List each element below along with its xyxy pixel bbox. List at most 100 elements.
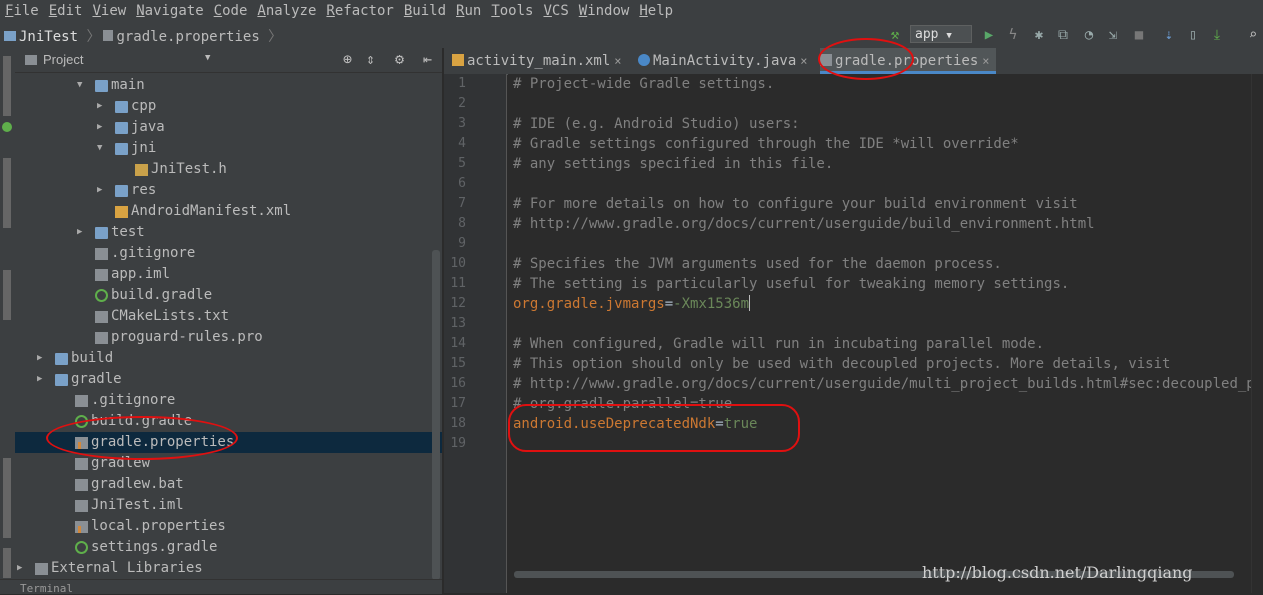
editor-right-strip [1251,74,1263,593]
code-editor[interactable]: # Project-wide Gradle settings. # IDE (e.… [508,74,1263,593]
collapse-arrow-icon[interactable]: ▶ [97,180,107,201]
tree-item-label: main [111,77,145,93]
tree-item[interactable]: proguard-rules.pro [15,327,442,348]
menu-run[interactable]: Run [451,0,486,22]
tree-item[interactable]: app.iml [15,264,442,285]
close-icon[interactable]: × [982,54,989,68]
terminal-tool-tab[interactable]: Terminal [20,583,73,595]
tree-item-label: jni [131,140,157,156]
android-icon[interactable] [2,122,12,132]
menu-window[interactable]: Window [574,0,635,22]
tree-item[interactable]: gradlew [15,453,442,474]
sync-gradle-icon[interactable]: ⇣ [1160,25,1178,45]
gear-icon[interactable]: ⚙ [395,50,404,68]
tree-item[interactable]: build.gradle [15,285,442,306]
tree-item[interactable]: ▶ res [15,180,442,201]
tree-item[interactable]: ▶ test [15,222,442,243]
tree-item[interactable]: settings.gradle [15,537,442,558]
menu-tools[interactable]: Tools [486,0,538,22]
line-number: 18 [450,416,466,431]
folder-icon [115,101,128,113]
collapse-arrow-icon[interactable]: ▶ [17,558,27,579]
class-icon [638,54,650,66]
tree-item[interactable]: .gitignore [15,243,442,264]
favorites-tool-tab[interactable] [3,548,11,578]
project-folder-icon [4,31,16,41]
folder-icon [55,374,68,386]
menu-edit[interactable]: Edit [44,0,88,22]
editor-tab[interactable]: activity_main.xml × [452,48,628,74]
structure-tool-tab[interactable] [3,158,11,228]
menu-analyze[interactable]: Analyze [252,0,321,22]
editor-tab[interactable]: MainActivity.java × [638,48,814,74]
tree-item[interactable]: ▼ main [15,75,442,96]
tree-item[interactable]: .gitignore [15,390,442,411]
code-line: org.gradle.jvmargs=-Xmx1536m [513,294,751,314]
line-number-gutter: 1 2 3 4 5 6 7 8 9 10 11 12 13 14 15 16 17 18 19 [444,74,507,593]
tree-item[interactable]: ▶ External Libraries [15,558,442,579]
collapse-all-icon[interactable]: ⇕ [366,50,375,68]
expand-arrow-icon[interactable]: ▼ [77,75,87,96]
collapse-arrow-icon[interactable]: ▶ [37,369,47,390]
tree-item[interactable]: CMakeLists.txt [15,306,442,327]
tree-item[interactable]: local.properties [15,516,442,537]
scroll-from-source-icon[interactable]: ⊕ [343,50,352,68]
chevron-down-icon: ▼ [946,31,952,41]
collapse-arrow-icon[interactable]: ▶ [97,96,107,117]
tree-item-label: gradle [71,371,122,387]
instant-run-icon[interactable]: ϟ [1004,25,1022,45]
tree-item[interactable]: ▶ cpp [15,96,442,117]
search-icon[interactable]: ⌕ [1244,25,1262,45]
tree-item-label: .gitignore [91,392,176,408]
tree-item[interactable]: AndroidManifest.xml [15,201,442,222]
menu-vcs[interactable]: VCS [538,0,573,22]
collapse-arrow-icon[interactable]: ▶ [77,222,87,243]
project-panel-title[interactable]: Project [43,52,83,67]
code-line: # The setting is particularly useful for… [513,276,1070,292]
breadcrumb-project[interactable]: JniTest [19,29,78,45]
tree-item[interactable]: ▶ gradle [15,369,442,390]
library-icon [35,563,48,575]
profile-icon[interactable]: ◔ [1080,25,1098,45]
debug-icon[interactable]: ✱ [1030,25,1048,45]
menu-help[interactable]: Help [634,0,678,22]
tree-scrollbar[interactable] [432,250,440,580]
collapse-arrow-icon[interactable]: ▶ [97,117,107,138]
property-key: org.gradle.jvmargs [513,296,665,312]
tree-item[interactable]: JniTest.iml [15,495,442,516]
avd-manager-icon[interactable]: ▯ [1184,25,1202,45]
menu-build[interactable]: Build [399,0,451,22]
folder-icon [55,353,68,365]
close-icon[interactable]: × [800,54,807,68]
line-number: 1 [458,76,466,91]
attach-debugger-icon[interactable]: ⧉ [1054,25,1072,45]
menu-navigate[interactable]: Navigate [131,0,208,22]
collapse-arrow-icon[interactable]: ▶ [37,348,47,369]
project-tool-tab[interactable] [3,56,11,116]
annotation-circle-code [508,404,800,452]
menu-view[interactable]: View [87,0,131,22]
sdk-manager-icon[interactable]: ⤓ [1208,25,1226,45]
tree-item[interactable]: ▼ jni [15,138,442,159]
tree-item[interactable]: ▶ java [15,117,442,138]
attach-process-icon[interactable]: ⇲ [1104,25,1122,45]
text-caret [749,295,751,311]
folder-icon [115,122,128,134]
close-icon[interactable]: × [614,54,621,68]
captures-tool-tab[interactable] [3,270,11,320]
build-variants-tool-tab[interactable] [3,458,11,538]
run-icon[interactable]: ▶ [980,25,998,45]
menu-code[interactable]: Code [209,0,253,22]
tree-item-label: JniTest.iml [91,497,184,513]
expand-arrow-icon[interactable]: ▼ [97,138,107,159]
tree-item[interactable]: ▶ build [15,348,442,369]
menu-file[interactable]: File [0,0,44,22]
breadcrumb-file[interactable]: gradle.properties [116,29,259,45]
stop-icon[interactable]: ■ [1130,25,1148,45]
tree-item[interactable]: JniTest.h [15,159,442,180]
tree-item[interactable]: gradlew.bat [15,474,442,495]
chevron-down-icon[interactable]: ▼ [205,53,210,63]
run-configuration-select[interactable]: app ▼ [910,25,972,43]
hide-panel-icon[interactable]: ⇤ [423,50,432,68]
menu-refactor[interactable]: Refactor [321,0,398,22]
